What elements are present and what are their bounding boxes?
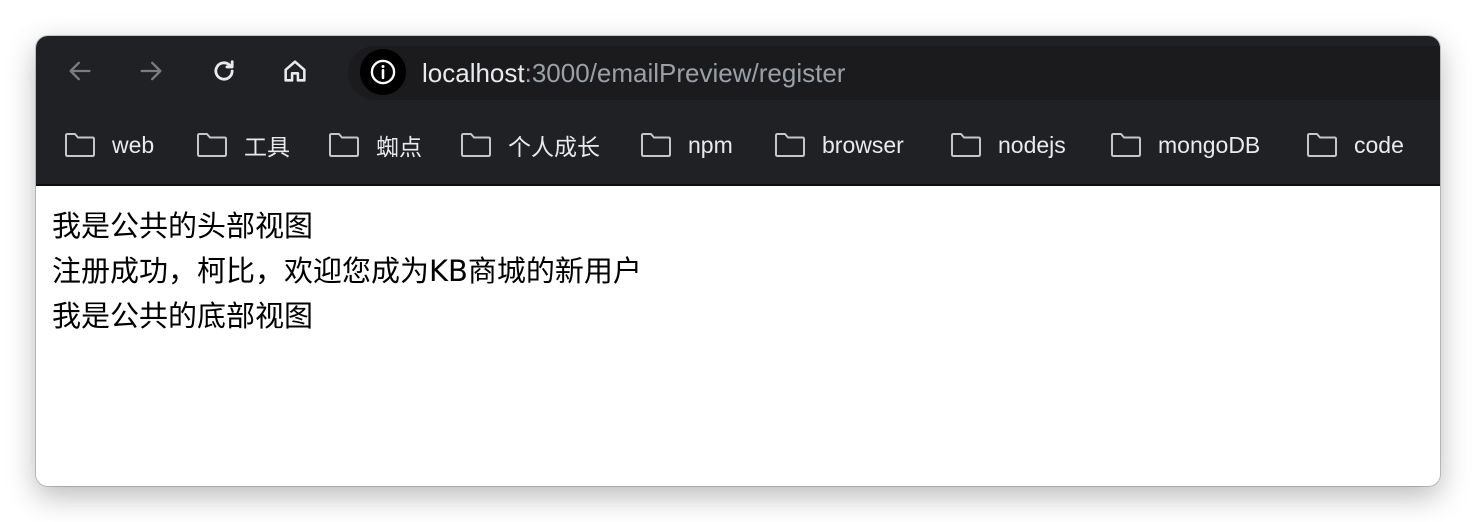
folder-icon <box>1111 133 1141 157</box>
home-button[interactable] <box>277 53 313 89</box>
bookmark-label: mongoDB <box>1158 131 1261 158</box>
bookmark-folder-zhidian[interactable]: 蜘点 <box>328 106 422 184</box>
bookmark-folder-npm[interactable]: npm <box>640 106 733 184</box>
arrow-right-icon <box>140 61 162 81</box>
folder-icon <box>951 133 981 157</box>
folder-icon <box>775 133 805 157</box>
folder-icon <box>197 133 227 157</box>
bookmark-folder-tools[interactable]: 工具 <box>196 106 290 184</box>
folder-icon <box>65 133 95 157</box>
site-info-button[interactable] <box>360 49 406 95</box>
bookmark-folder-mongodb[interactable]: mongoDB <box>1110 106 1260 184</box>
bookmark-folder-nodejs[interactable]: nodejs <box>950 106 1066 184</box>
bookmark-label: code <box>1354 131 1404 158</box>
folder-icon <box>329 133 359 157</box>
bookmark-label: 个人成长 <box>508 134 600 160</box>
bookmark-folder-browser[interactable]: browser <box>774 106 904 184</box>
bookmark-folder-web[interactable]: web <box>64 106 154 184</box>
header-view-text: 我是公共的头部视图 <box>52 209 314 243</box>
address-bar[interactable]: localhost:3000/emailPreview/register <box>348 46 1440 100</box>
bookmark-label: browser <box>822 131 904 158</box>
bookmark-folder-code[interactable]: code <box>1306 106 1404 184</box>
folder-icon <box>461 133 491 157</box>
url-host: localhost <box>422 58 525 88</box>
url-path: :3000/emailPreview/register <box>524 58 846 88</box>
browser-toolbar: localhost:3000/emailPreview/register <box>36 36 1440 106</box>
bookmark-label: 工具 <box>244 134 290 160</box>
page-content: 我是公共的头部视图 注册成功，柯比，欢迎您成为KB商城的新用户 我是公共的底部视… <box>36 186 1440 486</box>
folder-icon <box>1307 133 1337 157</box>
reload-icon <box>214 60 234 81</box>
register-success-message: 注册成功，柯比，欢迎您成为KB商城的新用户 <box>52 254 642 288</box>
bookmark-label: npm <box>688 131 733 158</box>
info-circle-icon <box>370 59 396 85</box>
bookmarks-bar: web 工具 蜘点 个人成长 npm browser nodejs mongoD… <box>36 106 1440 186</box>
url-text[interactable]: localhost:3000/emailPreview/register <box>422 46 845 100</box>
bookmark-label: web <box>112 131 155 158</box>
back-button[interactable] <box>62 53 98 89</box>
bookmark-label: nodejs <box>998 131 1066 158</box>
home-icon <box>284 60 306 82</box>
bookmark-folder-growth[interactable]: 个人成长 <box>460 106 600 184</box>
folder-icon <box>641 133 671 157</box>
arrow-left-icon <box>69 61 91 81</box>
reload-button[interactable] <box>206 53 242 89</box>
bookmark-label: 蜘点 <box>376 134 422 160</box>
forward-button[interactable] <box>133 53 169 89</box>
footer-view-text: 我是公共的底部视图 <box>52 299 314 333</box>
browser-window: localhost:3000/emailPreview/register web… <box>36 36 1440 486</box>
